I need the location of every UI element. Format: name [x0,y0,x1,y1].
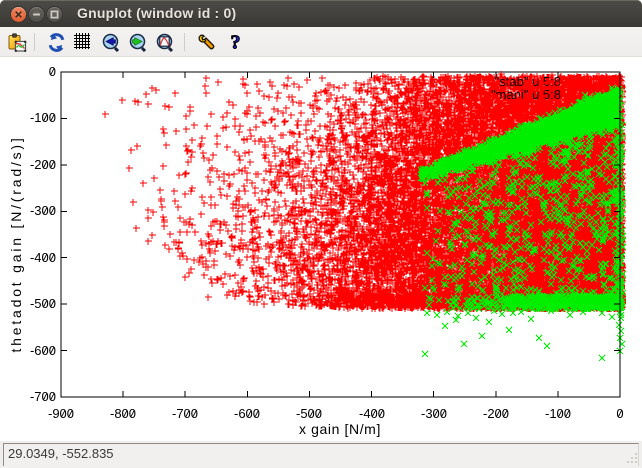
svg-text:-100: -100 [30,110,56,125]
svg-text:-500: -500 [296,406,322,421]
svg-text:x gain [N/m]: x gain [N/m] [299,421,381,437]
svg-text:thetadot gain [N/(rad/s)]: thetadot gain [N/(rad/s)] [8,135,24,352]
svg-text:?: ? [231,33,241,53]
svg-text:-600: -600 [234,406,260,421]
svg-text:-700: -700 [172,406,198,421]
